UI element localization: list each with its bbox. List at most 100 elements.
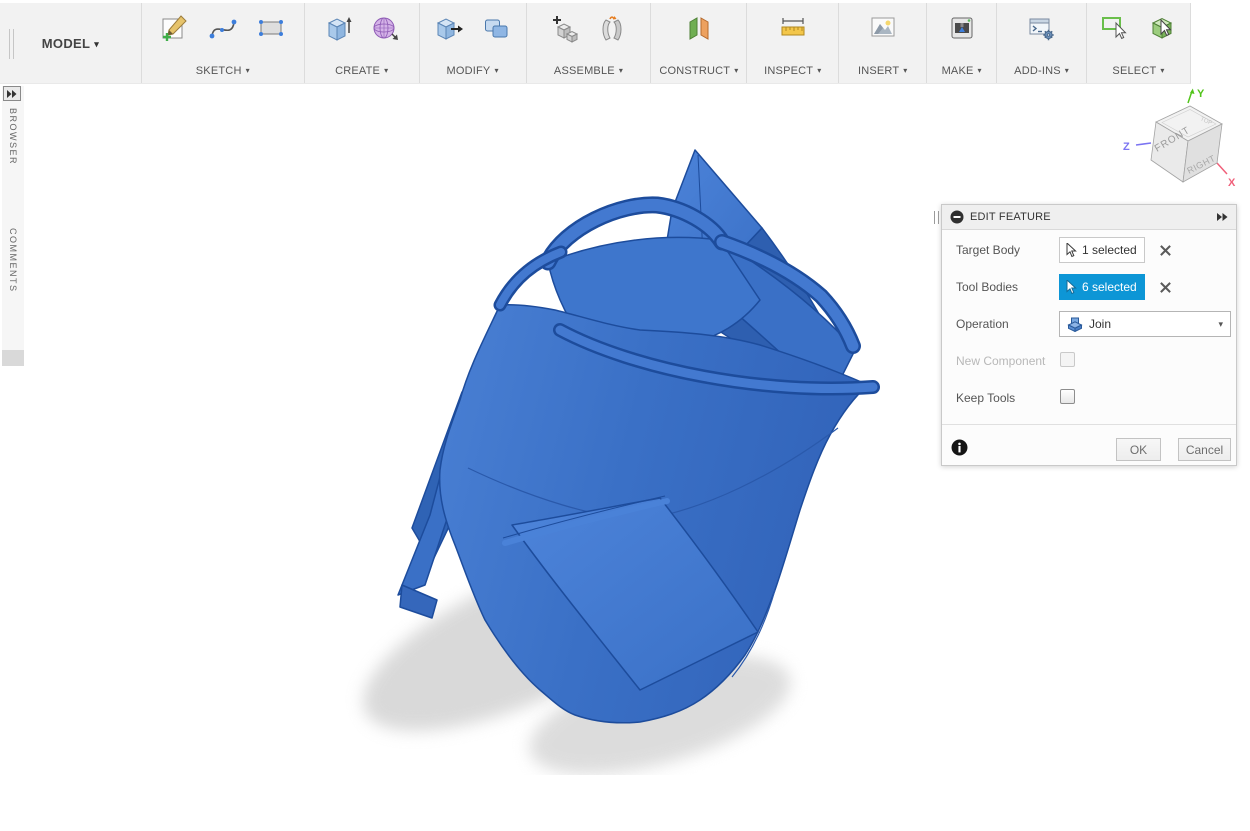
create-sketch-icon <box>160 13 190 48</box>
chevron-down-icon: ▾ <box>903 66 907 75</box>
chevron-down-icon: ▾ <box>1218 319 1223 330</box>
axis-x-label: X <box>1228 177 1236 189</box>
select-window-icon <box>1100 13 1130 48</box>
toolbar-group-sketch: SKETCH▾ <box>141 3 304 83</box>
new-component-button[interactable] <box>547 10 581 50</box>
collapse-circle-icon[interactable] <box>950 210 964 224</box>
chevron-down-icon: ▾ <box>978 66 982 75</box>
ok-button[interactable]: OK <box>1116 438 1161 461</box>
image-icon <box>868 13 898 48</box>
close-x-icon <box>1159 244 1172 257</box>
assemble-menu[interactable]: ASSEMBLE▾ <box>554 65 623 77</box>
dialog-grip[interactable] <box>934 211 939 224</box>
construction-plane-icon <box>684 13 714 48</box>
chevron-down-icon: ▾ <box>246 66 250 75</box>
operation-value: Join <box>1089 317 1111 331</box>
select-menu[interactable]: SELECT▾ <box>1112 65 1164 77</box>
operation-dropdown[interactable]: Join ▾ <box>1059 311 1231 337</box>
insert-menu[interactable]: INSERT▾ <box>858 65 908 77</box>
chevron-down-icon: ▾ <box>817 66 821 75</box>
create-form-button[interactable] <box>369 10 403 50</box>
sketch-rectangle-button[interactable] <box>254 10 288 50</box>
info-button[interactable] <box>951 439 968 456</box>
new-component-row: New Component <box>942 348 1236 375</box>
toolbar-group-make: MAKE▾ <box>926 3 996 83</box>
keep-tools-checkbox[interactable] <box>1060 389 1075 404</box>
press-pull-icon <box>434 13 464 48</box>
browser-tab[interactable]: BROWSER <box>8 108 18 165</box>
toolbar-group-insert: INSERT▾ <box>838 3 926 83</box>
measure-button[interactable] <box>776 10 810 50</box>
form-sphere-icon <box>371 13 401 48</box>
chevron-down-icon: ▾ <box>1065 66 1069 75</box>
info-icon <box>951 439 968 456</box>
cursor-icon <box>1066 280 1077 295</box>
chevron-down-icon: ▾ <box>734 66 738 75</box>
toolbar-group-addins: ADD-INS▾ <box>996 3 1086 83</box>
tool-bodies-selection-button[interactable]: 6 selected <box>1059 274 1145 300</box>
target-body-clear-button[interactable] <box>1155 240 1175 260</box>
axis-y-label: Y <box>1197 88 1205 100</box>
toolbar-group-select: SELECT▾ <box>1086 3 1190 83</box>
sketch-spline-button[interactable] <box>206 10 240 50</box>
new-component-checkbox <box>1060 352 1075 367</box>
construct-plane-button[interactable] <box>682 10 716 50</box>
double-chevron-right-icon <box>1217 213 1228 221</box>
tool-bodies-clear-button[interactable] <box>1155 277 1175 297</box>
extrude-icon <box>323 13 353 48</box>
new-component-icon <box>549 13 579 48</box>
edit-feature-dialog: EDIT FEATURE Target Body 1 selected Tool… <box>941 204 1237 466</box>
tool-bodies-value: 6 selected <box>1082 280 1137 294</box>
addins-menu[interactable]: ADD-INS▾ <box>1014 65 1069 77</box>
toolbar: MODEL▾ <box>0 3 1191 84</box>
scripts-addins-button[interactable] <box>1025 10 1059 50</box>
chevron-down-icon: ▾ <box>94 39 99 49</box>
combine-button[interactable] <box>480 10 514 50</box>
view-cube[interactable]: Y Z X FRONT RIGHT TOP <box>1118 86 1248 198</box>
construct-menu[interactable]: CONSTRUCT▾ <box>659 65 738 77</box>
insert-image-button[interactable] <box>866 10 900 50</box>
tool-bodies-label: Tool Bodies <box>956 280 1018 294</box>
target-body-selection-button[interactable]: 1 selected <box>1059 237 1145 263</box>
spline-icon <box>208 13 238 48</box>
sketch-menu[interactable]: SKETCH▾ <box>196 65 250 77</box>
operation-row: Operation Join ▾ <box>942 311 1236 338</box>
inspect-menu[interactable]: INSPECT▾ <box>764 65 821 77</box>
toolbar-group-modify: MODIFY▾ <box>419 3 526 83</box>
cursor-icon <box>1066 243 1077 258</box>
select-solid-button[interactable] <box>1146 10 1180 50</box>
make-3d-print-button[interactable] <box>945 10 979 50</box>
tool-bodies-row: Tool Bodies 6 selected <box>942 274 1236 301</box>
extrude-button[interactable] <box>321 10 355 50</box>
dialog-divider <box>942 424 1236 425</box>
cancel-button[interactable]: Cancel <box>1178 438 1231 461</box>
joint-button[interactable] <box>595 10 629 50</box>
workspace-switcher[interactable]: MODEL▾ <box>0 3 141 83</box>
close-x-icon <box>1159 281 1172 294</box>
select-window-button[interactable] <box>1098 10 1132 50</box>
keep-tools-row: Keep Tools <box>942 385 1236 412</box>
workspace-dropdown[interactable]: MODEL▾ <box>42 36 99 51</box>
make-menu[interactable]: MAKE▾ <box>942 65 982 77</box>
toolbar-group-inspect: INSPECT▾ <box>746 3 838 83</box>
expand-browser-button[interactable] <box>3 86 21 101</box>
dialog-header[interactable]: EDIT FEATURE <box>942 205 1236 230</box>
rail-end-block <box>2 350 24 366</box>
toolbar-group-construct: CONSTRUCT▾ <box>650 3 746 83</box>
double-chevron-right-icon <box>7 90 17 98</box>
create-sketch-button[interactable] <box>158 10 192 50</box>
create-menu[interactable]: CREATE▾ <box>335 65 388 77</box>
combine-icon <box>482 13 512 48</box>
press-pull-button[interactable] <box>432 10 466 50</box>
toolbar-grip[interactable] <box>9 29 14 59</box>
model-rose-body[interactable] <box>295 115 915 775</box>
scripts-gear-icon <box>1027 13 1057 48</box>
axis-z-label: Z <box>1123 141 1130 153</box>
target-body-value: 1 selected <box>1082 243 1137 257</box>
new-component-label: New Component <box>956 354 1045 368</box>
modify-menu[interactable]: MODIFY▾ <box>446 65 498 77</box>
join-operation-icon <box>1067 316 1083 332</box>
dialog-expand-button[interactable] <box>1217 213 1228 221</box>
comments-tab[interactable]: COMMENTS <box>8 228 18 293</box>
toolbar-group-assemble: ASSEMBLE▾ <box>526 3 651 83</box>
